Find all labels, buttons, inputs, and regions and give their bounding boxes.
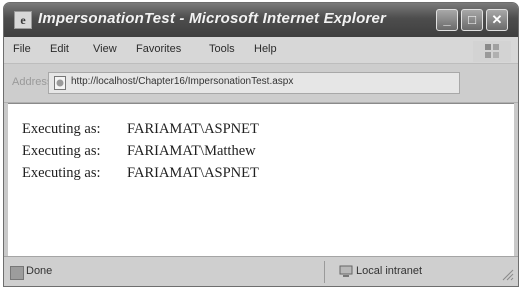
page-icon bbox=[54, 76, 66, 90]
line-value: FARIAMAT\ASPNET bbox=[127, 121, 259, 137]
content-line: Executing as: FARIAMAT\ASPNET bbox=[22, 121, 259, 138]
menu-edit[interactable]: Edit bbox=[50, 43, 69, 55]
browser-window: e ImpersonationTest - Microsoft Internet… bbox=[3, 2, 519, 287]
status-divider bbox=[324, 261, 325, 283]
content-line: Executing as: FARIAMAT\Matthew bbox=[22, 143, 256, 160]
status-bar: Done Local intranet bbox=[4, 256, 518, 286]
menu-file[interactable]: File bbox=[13, 43, 31, 55]
content-line: Executing as: FARIAMAT\ASPNET bbox=[22, 165, 259, 182]
window-title: ImpersonationTest - Microsoft Internet E… bbox=[38, 10, 387, 27]
line-value: FARIAMAT\Matthew bbox=[127, 143, 256, 159]
status-text: Done bbox=[26, 265, 53, 277]
menu-help[interactable]: Help bbox=[254, 43, 277, 55]
line-value: FARIAMAT\ASPNET bbox=[127, 165, 259, 181]
done-page-icon bbox=[10, 266, 24, 280]
address-input[interactable]: http://localhost/Chapter16/Impersonation… bbox=[48, 72, 460, 94]
security-zone[interactable]: Local intranet bbox=[356, 265, 422, 277]
line-label: Executing as: bbox=[22, 121, 101, 137]
menu-tools[interactable]: Tools bbox=[209, 43, 235, 55]
address-bar: Address http://localhost/Chapter16/Imper… bbox=[4, 64, 518, 103]
ie-page-icon[interactable]: e bbox=[14, 11, 32, 29]
close-button[interactable]: ✕ bbox=[486, 9, 508, 31]
resize-grip-icon[interactable] bbox=[500, 267, 514, 281]
maximize-button[interactable]: □ bbox=[461, 9, 483, 31]
line-label: Executing as: bbox=[22, 165, 101, 181]
local-intranet-icon bbox=[339, 265, 353, 277]
line-label: Executing as: bbox=[22, 143, 101, 159]
title-bar[interactable]: e ImpersonationTest - Microsoft Internet… bbox=[4, 3, 518, 37]
address-label: Address bbox=[12, 76, 53, 88]
menu-favorites[interactable]: Favorites bbox=[136, 43, 181, 55]
minimize-button[interactable]: _ bbox=[436, 9, 458, 31]
windows-logo-icon bbox=[473, 41, 511, 62]
menu-view[interactable]: View bbox=[93, 43, 117, 55]
menu-bar: File Edit View Favorites Tools Help bbox=[4, 37, 518, 64]
page-content: Executing as: FARIAMAT\ASPNET Executing a… bbox=[8, 103, 514, 256]
address-url: http://localhost/Chapter16/Impersonation… bbox=[71, 76, 294, 87]
